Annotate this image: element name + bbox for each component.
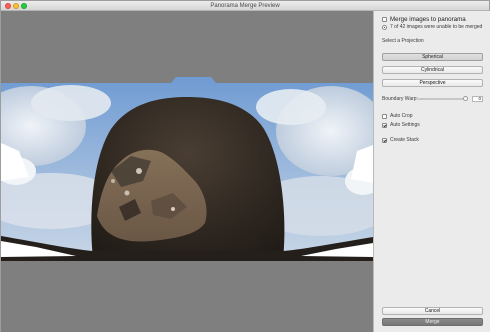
panorama-preview-image: [1, 11, 373, 332]
boundary-warp-label: Boundary Warp:: [382, 96, 418, 102]
create-stack-row[interactable]: Create Stack: [382, 137, 419, 143]
create-stack-label: Create Stack: [390, 137, 419, 143]
merge-status-row: 7 of 42 images were unable to be merged: [382, 24, 482, 30]
auto-crop-row[interactable]: Auto Crop: [382, 113, 413, 119]
merge-button[interactable]: Merge: [382, 318, 483, 326]
boundary-warp-slider-knob[interactable]: [463, 96, 468, 101]
panorama-preview-area: [1, 11, 373, 332]
merge-to-panorama-label: Merge images to panorama: [390, 16, 466, 23]
auto-crop-label: Auto Crop: [390, 113, 413, 119]
status-radio-icon: [382, 24, 387, 30]
merge-status-text: 7 of 42 images were unable to be merged: [390, 24, 483, 30]
boundary-warp-slider[interactable]: [418, 96, 468, 101]
boundary-warp-row: Boundary Warp:: [382, 96, 418, 102]
projection-cylindrical-button[interactable]: Cylindrical: [382, 66, 483, 74]
auto-settings-label: Auto Settings: [390, 122, 420, 128]
auto-settings-checkbox[interactable]: [382, 122, 387, 128]
panorama-merge-window: Panorama Merge Preview Merge images to p…: [0, 0, 490, 332]
merge-panorama-row[interactable]: Merge images to panorama: [382, 16, 466, 23]
title-bar: Panorama Merge Preview: [1, 1, 489, 11]
merge-options-panel: Merge images to panorama 7 of 42 images …: [373, 11, 490, 332]
projection-perspective-button[interactable]: Perspective: [382, 79, 483, 87]
auto-settings-row[interactable]: Auto Settings: [382, 122, 420, 128]
merge-panorama-icon[interactable]: [382, 17, 387, 22]
boundary-warp-value-field[interactable]: 0: [472, 96, 483, 102]
projection-heading: Select a Projection: [382, 38, 424, 44]
projection-heading-row: Select a Projection: [382, 38, 424, 44]
create-stack-checkbox[interactable]: [382, 137, 387, 143]
cancel-button[interactable]: Cancel: [382, 307, 483, 315]
window-title: Panorama Merge Preview: [210, 3, 280, 9]
projection-spherical-button[interactable]: Spherical: [382, 53, 483, 61]
auto-crop-checkbox[interactable]: [382, 113, 387, 119]
